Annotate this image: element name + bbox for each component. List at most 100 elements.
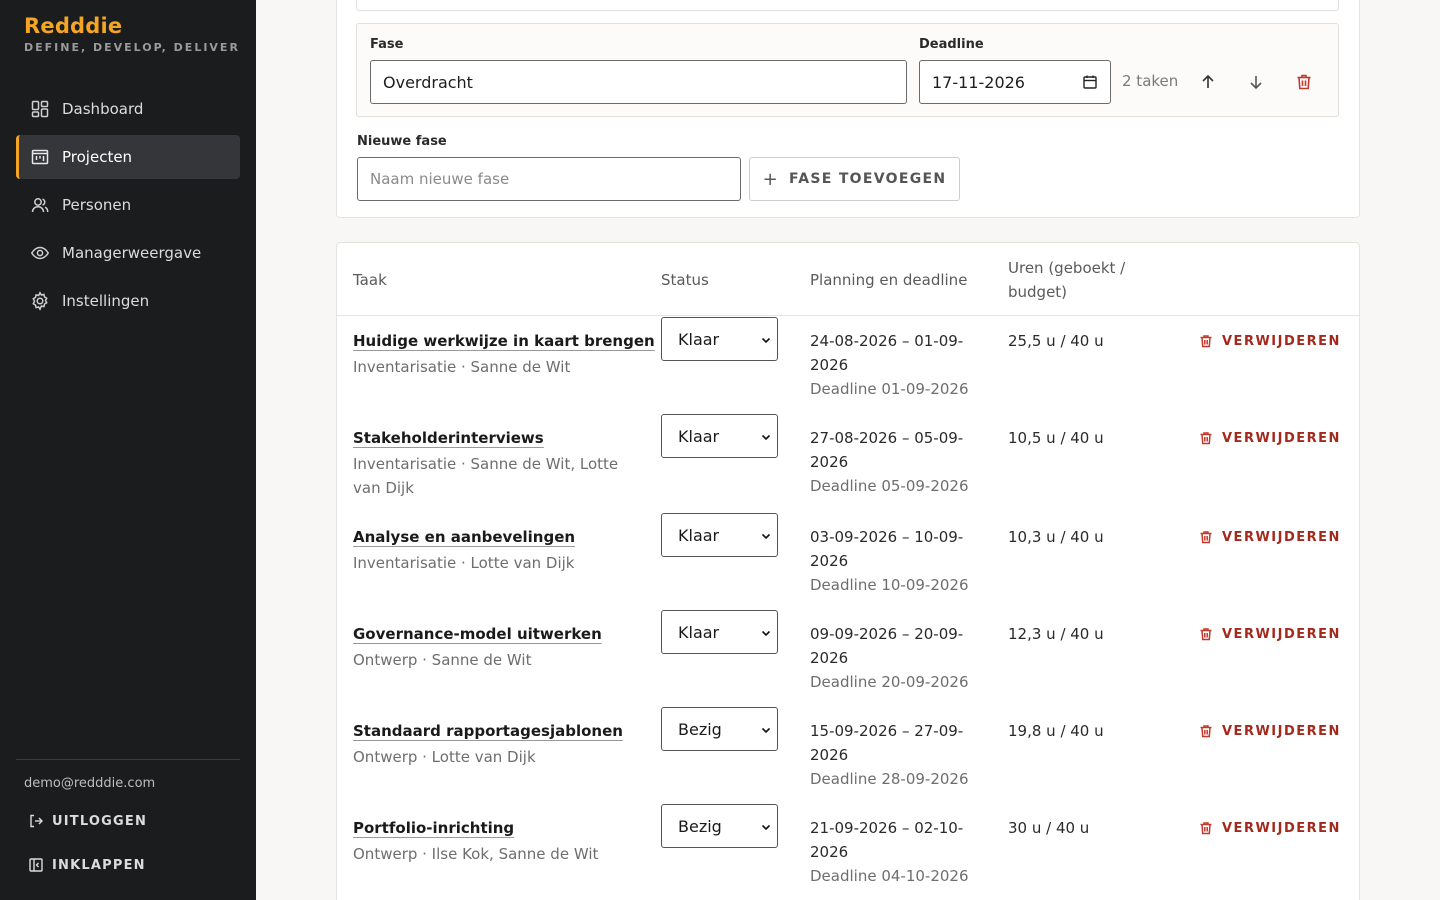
task-meta: Ontwerp · Sanne de Wit <box>353 651 532 669</box>
collapse-icon <box>29 858 43 872</box>
task-deadline: Deadline 28-09-2026 <box>810 770 969 788</box>
delete-task-button[interactable]: VERWIJDEREN <box>1198 626 1341 642</box>
task-link[interactable]: Standaard rapportagesjablonen <box>353 719 623 743</box>
task-hours: 19,8 u / 40 u <box>1008 722 1104 740</box>
task-planning: 27-08-2026 – 05-09- 2026 <box>810 426 980 474</box>
delete-task-button[interactable]: VERWIJDEREN <box>1198 333 1341 349</box>
planning-line2: 2026 <box>810 746 849 764</box>
phase-deadline-input[interactable]: 17-11-2026 <box>919 60 1111 104</box>
delete-task-button[interactable]: VERWIJDEREN <box>1198 820 1341 836</box>
collapse-label: INKLAPPEN <box>52 857 146 873</box>
new-phase-label: Nieuwe fase <box>357 134 447 149</box>
sidebar-item-label: Managerweergave <box>62 244 202 262</box>
sidebar-item-managerweergave[interactable]: Managerweergave <box>16 231 240 275</box>
task-link[interactable]: Analyse en aanbevelingen <box>353 525 575 549</box>
delete-label: VERWIJDEREN <box>1222 430 1341 446</box>
logout-label: UITLOGGEN <box>52 813 148 829</box>
planning-line1: 21-09-2026 – 02-10- <box>810 819 964 837</box>
sidebar-item-label: Dashboard <box>62 100 144 118</box>
status-select[interactable]: Klaar <box>661 513 778 557</box>
eye-icon <box>30 243 50 263</box>
dashboard-icon <box>30 99 50 119</box>
status-value: Bezig <box>678 719 722 739</box>
delete-label: VERWIJDEREN <box>1222 820 1341 836</box>
status-select[interactable]: Klaar <box>661 610 778 654</box>
planning-line2: 2026 <box>810 649 849 667</box>
status-value: Klaar <box>678 426 720 446</box>
chevron-down-icon <box>761 533 771 540</box>
column-header-hours-line2: budget) <box>1008 283 1068 301</box>
delete-label: VERWIJDEREN <box>1222 723 1341 739</box>
trash-icon <box>1200 531 1212 544</box>
sidebar-item-label: Personen <box>62 196 132 214</box>
move-down-button[interactable] <box>1245 71 1267 93</box>
column-header-hours: Uren (geboekt / budget) <box>1008 256 1125 304</box>
task-hours: 10,3 u / 40 u <box>1008 528 1104 546</box>
task-hours: 10,5 u / 40 u <box>1008 429 1104 447</box>
sidebar-item-label: Projecten <box>62 148 133 166</box>
sidebar-item-projecten[interactable]: Projecten <box>16 135 240 179</box>
status-value: Bezig <box>678 816 722 836</box>
delete-label: VERWIJDEREN <box>1222 626 1341 642</box>
collapse-button[interactable]: INKLAPPEN <box>28 857 146 873</box>
delete-task-button[interactable]: VERWIJDEREN <box>1198 529 1341 545</box>
planning-line1: 03-09-2026 – 10-09- <box>810 528 964 546</box>
sidebar-item-label: Instellingen <box>62 292 150 310</box>
delete-phase-button[interactable] <box>1293 71 1315 93</box>
delete-label: VERWIJDEREN <box>1222 333 1341 349</box>
task-deadline: Deadline 05-09-2026 <box>810 477 969 495</box>
planning-line1: 27-08-2026 – 05-09- <box>810 429 964 447</box>
task-planning: 24-08-2026 – 01-09- 2026 <box>810 329 980 377</box>
delete-task-button[interactable]: VERWIJDEREN <box>1198 723 1341 739</box>
task-deadline: Deadline 04-10-2026 <box>810 867 969 885</box>
phase-name-input[interactable]: Overdracht <box>370 60 907 104</box>
sidebar: Redddie DEFINE, DEVELOP, DELIVER Dashboa… <box>0 0 256 900</box>
delete-task-button[interactable]: VERWIJDEREN <box>1198 430 1341 446</box>
status-value: Klaar <box>678 329 720 349</box>
planning-line2: 2026 <box>810 356 849 374</box>
projects-icon <box>30 147 50 167</box>
sidebar-divider <box>16 759 240 760</box>
status-select[interactable]: Bezig <box>661 804 778 848</box>
calendar-icon[interactable] <box>1082 74 1098 90</box>
arrow-down-icon <box>1250 76 1262 90</box>
logout-button[interactable]: UITLOGGEN <box>28 813 147 829</box>
logout-icon <box>30 814 43 828</box>
gear-icon <box>30 291 50 311</box>
sidebar-item-instellingen[interactable]: Instellingen <box>16 279 240 323</box>
planning-line1: 09-09-2026 – 20-09- <box>810 625 964 643</box>
sidebar-item-personen[interactable]: Personen <box>16 183 240 227</box>
brand: Redddie DEFINE, DEVELOP, DELIVER <box>24 14 240 54</box>
sidebar-item-dashboard[interactable]: Dashboard <box>16 87 240 131</box>
task-link[interactable]: Governance-model uitwerken <box>353 622 602 646</box>
delete-label: VERWIJDEREN <box>1222 529 1341 545</box>
task-planning: 15-09-2026 – 27-09- 2026 <box>810 719 980 767</box>
planning-line2: 2026 <box>810 552 849 570</box>
trash-icon <box>1200 822 1212 835</box>
trash-icon <box>1200 725 1212 738</box>
previous-phase-row <box>356 0 1339 11</box>
new-phase-input[interactable]: Naam nieuwe fase <box>357 157 741 201</box>
task-deadline: Deadline 10-09-2026 <box>810 576 969 594</box>
move-up-button[interactable] <box>1197 71 1219 93</box>
chevron-down-icon <box>761 630 771 637</box>
task-link[interactable]: Portfolio-inrichting <box>353 816 514 840</box>
task-meta: Inventarisatie · Lotte van Dijk <box>353 554 575 572</box>
brand-tagline: DEFINE, DEVELOP, DELIVER <box>24 41 240 54</box>
status-select[interactable]: Bezig <box>661 707 778 751</box>
add-phase-button[interactable]: + FASE TOEVOEGEN <box>749 157 960 201</box>
trash-icon <box>1297 74 1311 90</box>
chevron-down-icon <box>761 337 771 344</box>
header-divider <box>337 315 1359 316</box>
task-planning: 21-09-2026 – 02-10- 2026 <box>810 816 980 864</box>
trash-icon <box>1200 335 1212 348</box>
status-select[interactable]: Klaar <box>661 414 778 458</box>
status-value: Klaar <box>678 622 720 642</box>
task-link[interactable]: Huidige werkwijze in kaart brengen <box>353 329 655 353</box>
status-value: Klaar <box>678 525 720 545</box>
brand-logo[interactable]: Redddie <box>24 14 240 38</box>
status-select[interactable]: Klaar <box>661 317 778 361</box>
task-link[interactable]: Stakeholderinterviews <box>353 426 544 450</box>
column-header-task: Taak <box>353 271 387 289</box>
task-hours: 12,3 u / 40 u <box>1008 625 1104 643</box>
